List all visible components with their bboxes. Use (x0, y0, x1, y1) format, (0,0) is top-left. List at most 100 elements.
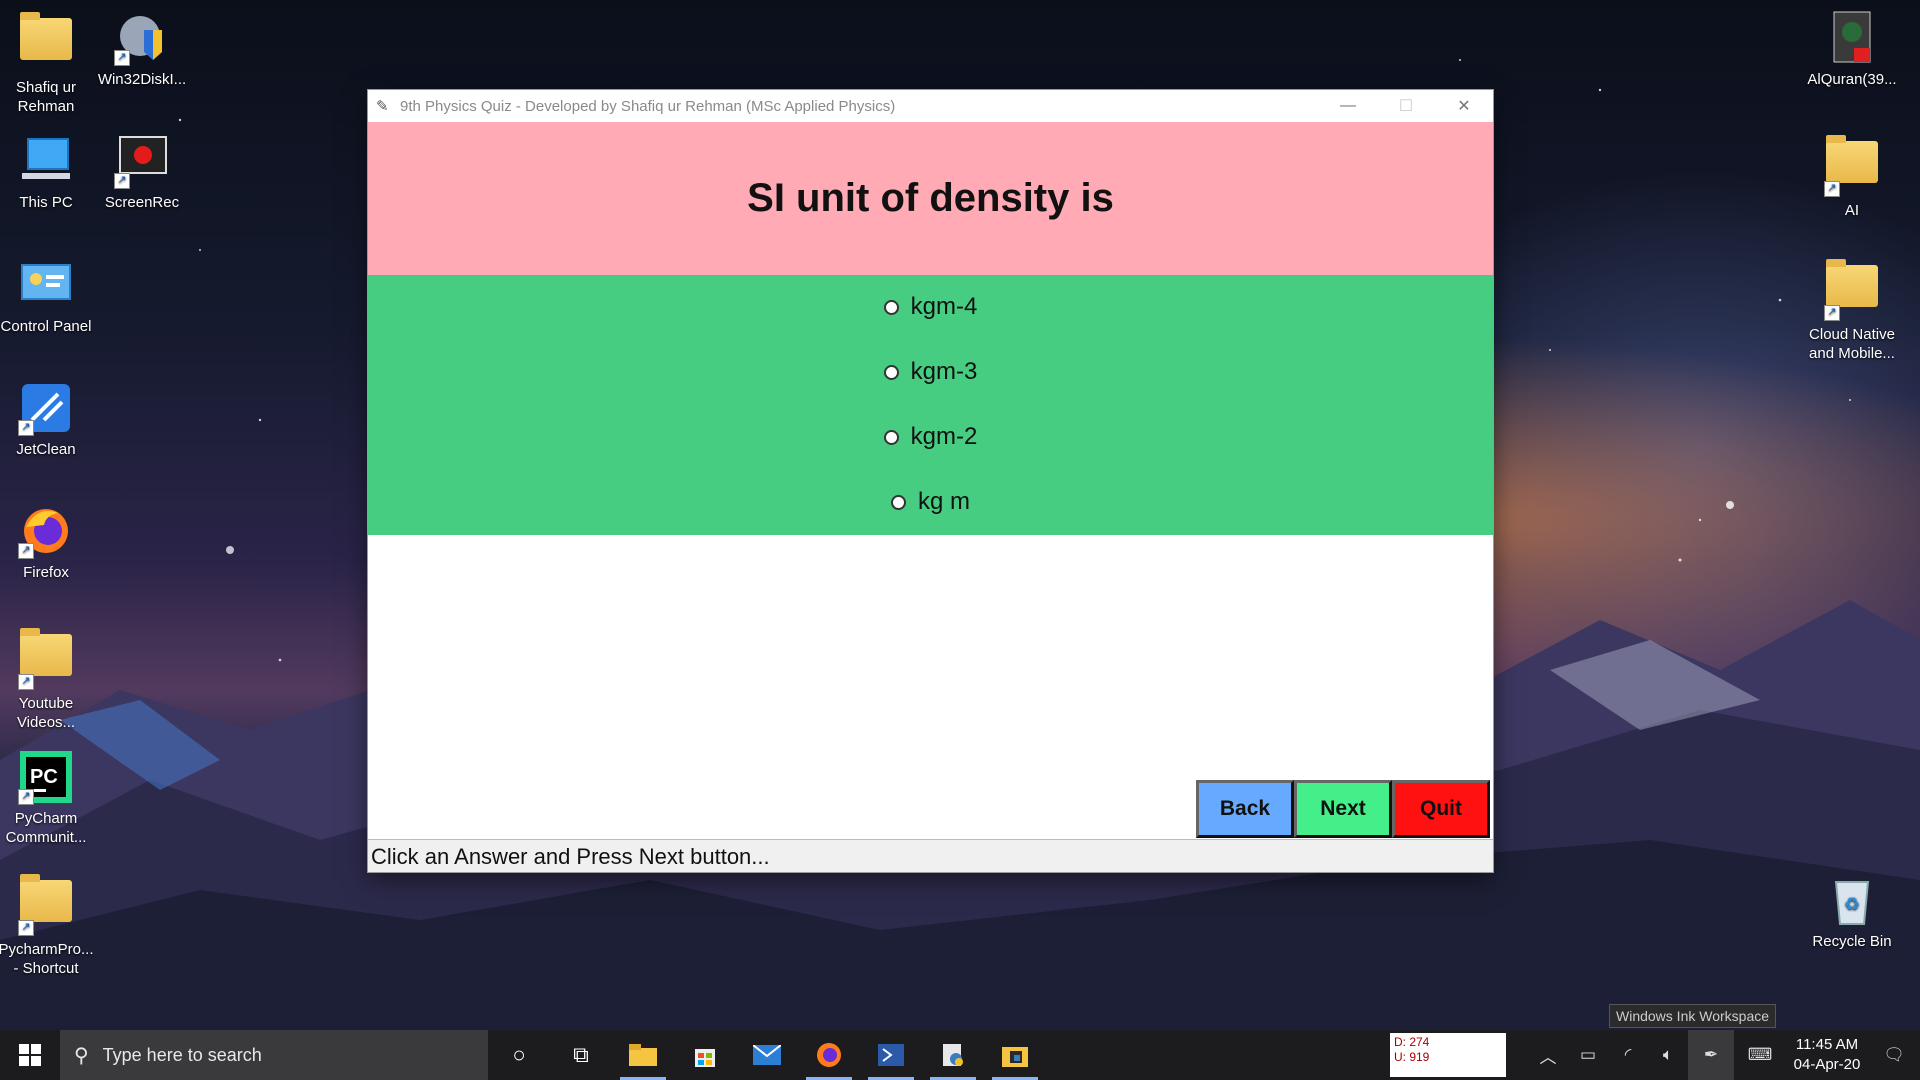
taskbar-firefox[interactable] (798, 1030, 860, 1080)
desktop-icon-label: Win32DiskI... (97, 71, 187, 88)
next-button[interactable]: Next (1294, 780, 1392, 838)
taskbar-search-box[interactable]: ⚲ Type here to search (60, 1030, 488, 1080)
cortana-button[interactable]: ○ (488, 1030, 550, 1080)
store-icon (695, 1049, 715, 1067)
desktop-icon-shafiq[interactable]: Shafiq ur Rehman (0, 10, 94, 116)
taskbar-file-explorer[interactable] (612, 1030, 674, 1080)
ink-workspace-tooltip: Windows Ink Workspace (1609, 1004, 1777, 1028)
svg-text:♻: ♻ (1844, 894, 1860, 915)
desktop-icon-jetclean[interactable]: ↗ JetClean (0, 380, 94, 459)
python-folder-icon (1002, 1047, 1028, 1067)
desktop-icon-firefox[interactable]: ↗ Firefox (0, 503, 94, 582)
pen-ink-workspace-icon[interactable]: ✒︎ (1688, 1030, 1734, 1080)
clock-date: 04-Apr-20 (1793, 1056, 1861, 1073)
network-meter-widget: D: 274 U: 919 (1390, 1033, 1506, 1077)
quiz-window: ✎ 9th Physics Quiz - Developed by Shafiq… (368, 90, 1493, 872)
desktop-icon-cloud-native[interactable]: ↗ Cloud Native and Mobile... (1804, 257, 1900, 363)
search-placeholder: Type here to search (102, 1044, 262, 1065)
powershell-icon (878, 1044, 904, 1066)
pdf-icon (1824, 10, 1880, 66)
desktop-icon-win32diskimager[interactable]: ↗ Win32DiskI... (94, 10, 190, 89)
radio-button[interactable] (890, 494, 906, 510)
user-folder-icon (20, 12, 72, 60)
task-view-icon: ⧉ (573, 1042, 589, 1067)
mail-icon (753, 1045, 781, 1065)
desktop-icon-label: PycharmPro... - Shortcut (0, 941, 94, 977)
desktop-icon-label: ScreenRec (104, 194, 180, 211)
folder-icon (1826, 259, 1878, 307)
desktop-icon-label: Cloud Native and Mobile... (1809, 326, 1895, 362)
option-1[interactable]: kgm-4 (368, 293, 1493, 321)
show-hidden-icons-chevron-icon[interactable]: ︿ (1528, 1043, 1568, 1068)
desktop-icon-label: JetClean (16, 441, 76, 458)
control-panel-icon (18, 257, 74, 313)
download-rate: D: 274 (1394, 1035, 1430, 1049)
navigation-buttons: Back Next Quit (1196, 780, 1490, 838)
status-bar: Click an Answer and Press Next button... (368, 839, 1493, 872)
taskbar-store[interactable] (674, 1030, 736, 1080)
volume-icon[interactable]: 🔈︎ (1648, 1045, 1688, 1065)
battery-icon[interactable]: ▭ (1568, 1045, 1608, 1065)
radio-button[interactable] (883, 364, 899, 380)
desktop-icon-youtube-videos[interactable]: ↗ Youtube Videos... (0, 626, 94, 732)
option-4[interactable]: kg m (368, 488, 1493, 516)
desktop-icon-label: Youtube Videos... (16, 695, 76, 731)
question-text: SI unit of density is (368, 122, 1493, 275)
desktop-icon-label: This PC (19, 194, 73, 211)
taskbar: ⚲ Type here to search ○ ⧉ ︿ ▭ ◜ 🔈︎ ✒︎ ⌨︎… (0, 1030, 1920, 1080)
disk-imager-icon: ↗ (114, 10, 170, 66)
screen-recorder-icon: ↗ (114, 133, 170, 189)
desktop-icon-ai[interactable]: ↗ AI (1804, 133, 1900, 220)
desktop-icon-label: Recycle Bin (1812, 933, 1892, 950)
action-center-icon[interactable]: 🗨︎ (1868, 1045, 1920, 1065)
folder-icon (1826, 135, 1878, 183)
window-title: 9th Physics Quiz - Developed by Shafiq u… (400, 97, 896, 115)
option-3[interactable]: kgm-2 (368, 423, 1493, 451)
desktop-icon-label: PyCharm Communit... (5, 810, 87, 846)
desktop-icon-alquran[interactable]: AlQuran(39... (1804, 10, 1900, 89)
taskbar-powershell[interactable] (860, 1030, 922, 1080)
desktop-icon-pycharm[interactable]: PC ↗ PyCharm Communit... (0, 749, 94, 847)
svg-text:PC: PC (30, 766, 58, 788)
task-view-button[interactable]: ⧉ (550, 1030, 612, 1080)
start-button[interactable] (0, 1030, 60, 1080)
folder-icon (20, 874, 72, 922)
desktop-icon-pycharmpro[interactable]: ↗ PycharmPro... - Shortcut (0, 872, 94, 978)
option-label: kg m (917, 488, 970, 515)
back-button[interactable]: Back (1196, 780, 1294, 838)
minimize-button[interactable]: — (1319, 90, 1377, 122)
desktop-icon-screenrec[interactable]: ↗ ScreenRec (94, 133, 190, 212)
close-button[interactable]: ✕ (1435, 90, 1493, 122)
radio-button[interactable] (883, 299, 899, 315)
system-tray: ︿ ▭ ◜ 🔈︎ ✒︎ ⌨︎ 11:45 AM 04-Apr-20 🗨︎ (1528, 1030, 1920, 1080)
tk-feather-icon: ✎ (376, 98, 389, 115)
taskbar-python-idle[interactable] (984, 1030, 1046, 1080)
clock[interactable]: 11:45 AM 04-Apr-20 (1786, 1035, 1868, 1075)
upload-rate: U: 919 (1394, 1050, 1430, 1064)
title-bar[interactable]: ✎ 9th Physics Quiz - Developed by Shafiq… (368, 90, 1493, 122)
desktop-icon-label: AlQuran(39... (1807, 71, 1897, 88)
clock-time: 11:45 AM (1795, 1036, 1859, 1053)
taskbar-mail[interactable] (736, 1030, 798, 1080)
search-icon: ⚲ (74, 1044, 89, 1067)
desktop-icon-this-pc[interactable]: This PC (0, 133, 94, 212)
option-label: kgm-4 (910, 293, 978, 320)
wifi-icon[interactable]: ◜ (1608, 1045, 1648, 1065)
file-explorer-icon (629, 1044, 657, 1066)
jetclean-icon: ↗ (18, 380, 74, 436)
folder-icon (20, 628, 72, 676)
python-file-icon (943, 1044, 963, 1066)
radio-button[interactable] (883, 429, 899, 445)
desktop-icon-label: Control Panel (0, 318, 92, 335)
firefox-icon: ↗ (18, 503, 74, 559)
quit-button[interactable]: Quit (1392, 780, 1490, 838)
maximize-button[interactable]: ☐ (1377, 90, 1435, 122)
desktop-icon-control-panel[interactable]: Control Panel (0, 257, 94, 336)
cortana-circle-icon: ○ (512, 1042, 526, 1067)
taskbar-python-app[interactable] (922, 1030, 984, 1080)
option-2[interactable]: kgm-3 (368, 358, 1493, 386)
computer-icon (18, 133, 74, 189)
desktop-icon-label: Firefox (23, 564, 69, 581)
touch-keyboard-icon[interactable]: ⌨︎ (1734, 1045, 1786, 1065)
desktop-icon-recycle-bin[interactable]: ♻ Recycle Bin (1804, 872, 1900, 951)
